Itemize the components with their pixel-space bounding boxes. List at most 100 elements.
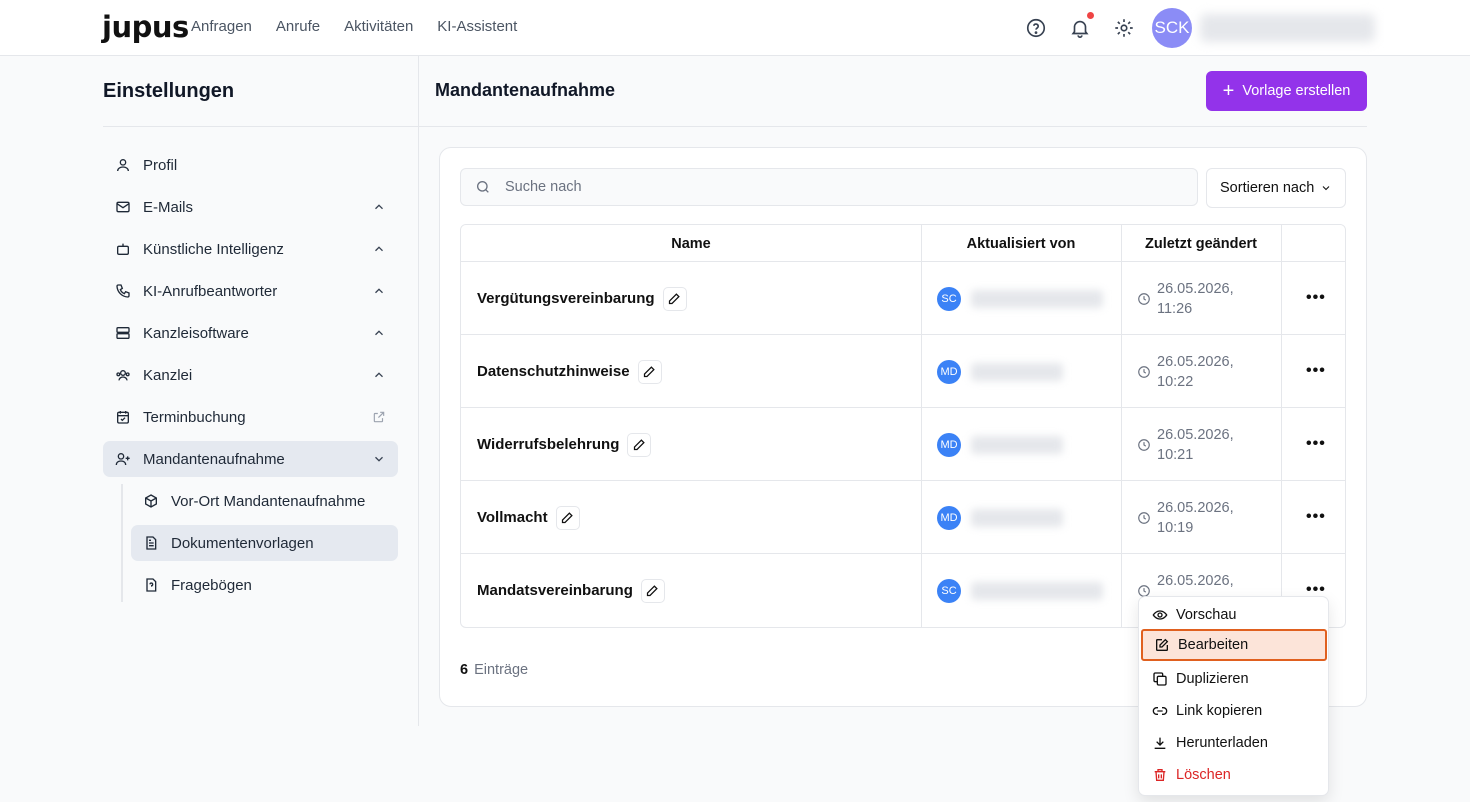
download-icon (1152, 735, 1168, 751)
user-info-redacted (1200, 14, 1375, 42)
sidebar-item-label: Profil (143, 156, 178, 174)
table-row[interactable]: Widerrufsbelehrung MD 26.05.2026, 10:21 •… (461, 408, 1345, 481)
chevron-down-icon[interactable] (372, 452, 386, 466)
nav-item-ki-assistent[interactable]: KI-Assistent (437, 18, 517, 35)
last-modified-cell: 26.05.2026, 10:19 (1137, 498, 1247, 538)
server-icon (115, 325, 131, 341)
sidebar-item-label: KI-Anrufbeantworter (143, 282, 278, 300)
calendar-check-icon (115, 409, 131, 425)
nav-item-anrufe[interactable]: Anrufe (276, 18, 320, 35)
updated-by-cell: MD (937, 506, 1063, 530)
more-actions-icon[interactable]: ••• (1306, 436, 1326, 452)
logo[interactable]: jupus (102, 10, 189, 44)
pencil-icon[interactable] (640, 578, 665, 603)
menu-item-label: Bearbeiten (1178, 637, 1249, 653)
chevron-up-icon[interactable] (372, 242, 386, 256)
time: 11:26 (1157, 301, 1193, 317)
menu-item-herunterladen[interactable]: Herunterladen (1141, 727, 1327, 759)
mail-icon (115, 199, 131, 215)
pencil-icon[interactable] (627, 432, 652, 457)
menu-item-label: Vorschau (1176, 607, 1237, 623)
users-icon (115, 367, 131, 383)
user-name-redacted (971, 582, 1103, 600)
table-header: Name Aktualisiert von Zuletzt geändert (461, 225, 1345, 262)
menu-item-vorschau[interactable]: Vorschau (1141, 599, 1327, 631)
sidebar-item-profil[interactable]: Profil (103, 147, 398, 183)
bell-icon[interactable] (1069, 17, 1091, 39)
sidebar-item-ki-anrufbeantworter[interactable]: KI-Anrufbeantworter (103, 273, 398, 309)
table-row[interactable]: Datenschutzhinweise MD 26.05.2026, 10:22 … (461, 335, 1345, 408)
user-name-redacted (971, 363, 1063, 381)
pencil-icon[interactable] (662, 286, 687, 311)
menu-item-label: Herunterladen (1176, 735, 1268, 751)
gear-icon[interactable] (1113, 17, 1135, 39)
sidebar-item-label: Mandantenaufnahme (143, 450, 285, 468)
time: 10:19 (1157, 520, 1194, 536)
eye-icon (1152, 607, 1168, 623)
template-name-cell: Widerrufsbelehrung (477, 408, 652, 481)
sort-label: Sortieren nach (1220, 180, 1315, 196)
template-name-cell: Vergütungsvereinbarung (477, 262, 687, 335)
user-icon (115, 157, 131, 173)
chevron-up-icon[interactable] (372, 200, 386, 214)
menu-item-link-kopieren[interactable]: Link kopieren (1141, 695, 1327, 727)
avatar: SC (937, 579, 961, 603)
pencil-icon[interactable] (555, 505, 580, 530)
date: 26.05.2026, (1157, 427, 1234, 443)
sidebar-item-kanzlei[interactable]: Kanzlei (103, 357, 398, 393)
column-header-updated-by[interactable]: Aktualisiert von (921, 225, 1121, 262)
external-link-icon[interactable] (372, 410, 386, 424)
sidebar-subitem-vor-ort[interactable]: Vor-Ort Mandantenaufnahme (131, 483, 398, 519)
sidebar-item-label: Kanzleisoftware (143, 324, 249, 342)
user-name-redacted (971, 290, 1103, 308)
page-title: Mandantenaufnahme (435, 80, 616, 100)
link-icon (1152, 703, 1168, 719)
bot-icon (115, 241, 131, 257)
file-question-icon (143, 577, 159, 593)
nav-item-anfragen[interactable]: Anfragen (191, 18, 252, 35)
sidebar-subitem-frageboegen[interactable]: Fragebögen (131, 567, 398, 603)
sidebar-item-kanzleisoftware[interactable]: Kanzleisoftware (103, 315, 398, 351)
sidebar-item-emails[interactable]: E-Mails (103, 189, 398, 225)
chevron-up-icon[interactable] (372, 368, 386, 382)
box-icon (143, 493, 159, 509)
vertical-divider (418, 56, 419, 726)
menu-item-duplizieren[interactable]: Duplizieren (1141, 663, 1327, 695)
clock-icon (1137, 292, 1151, 306)
search-input[interactable] (505, 179, 1155, 195)
sort-dropdown[interactable]: Sortieren nach (1206, 168, 1346, 208)
main-nav: Anfragen Anrufe Aktivitäten KI-Assistent (191, 18, 517, 35)
table-row[interactable]: Vergütungsvereinbarung SC 26.05.2026, 11:… (461, 262, 1345, 335)
more-actions-icon[interactable]: ••• (1306, 363, 1326, 379)
column-header-last-modified[interactable]: Zuletzt geändert (1121, 225, 1281, 262)
sidebar-subitem-dokumentenvorlagen[interactable]: Dokumentenvorlagen (131, 525, 398, 561)
search-box[interactable] (460, 168, 1198, 206)
user-avatar[interactable]: SCK (1152, 8, 1192, 48)
settings-title: Einstellungen (103, 80, 235, 102)
menu-item-bearbeiten[interactable]: Bearbeiten (1141, 629, 1327, 661)
more-actions-icon[interactable]: ••• (1306, 290, 1326, 306)
create-template-button[interactable]: + Vorlage erstellen (1206, 71, 1367, 111)
sidebar-item-terminbuchung[interactable]: Terminbuchung (103, 399, 398, 435)
sidebar-subitem-label: Vor-Ort Mandantenaufnahme (171, 492, 366, 510)
menu-item-loeschen[interactable]: Löschen (1141, 759, 1327, 791)
column-header-name[interactable]: Name (461, 225, 921, 262)
table-row[interactable]: Vollmacht MD 26.05.2026, 10:19 ••• (461, 481, 1345, 554)
last-modified-cell: 26.05.2026, 11:26 (1137, 279, 1247, 319)
chevron-up-icon[interactable] (372, 326, 386, 340)
date: 26.05.2026, (1157, 354, 1234, 370)
nav-item-aktivitaeten[interactable]: Aktivitäten (344, 18, 413, 35)
more-actions-icon[interactable]: ••• (1306, 509, 1326, 525)
sidebar-item-mandantenaufnahme[interactable]: Mandantenaufnahme (103, 441, 398, 477)
pencil-icon[interactable] (637, 359, 662, 384)
last-modified-cell: 26.05.2026, 10:22 (1137, 352, 1247, 392)
file-text-icon (143, 535, 159, 551)
help-icon[interactable] (1025, 17, 1047, 39)
menu-item-label: Duplizieren (1176, 671, 1249, 687)
entry-count-number: 6 (460, 662, 469, 678)
sidebar-item-ki[interactable]: Künstliche Intelligenz (103, 231, 398, 267)
sidebar-subitem-label: Fragebögen (171, 576, 252, 594)
chevron-up-icon[interactable] (372, 284, 386, 298)
last-modified-cell: 26.05.2026, 10:21 (1137, 425, 1247, 465)
user-name-redacted (971, 436, 1063, 454)
